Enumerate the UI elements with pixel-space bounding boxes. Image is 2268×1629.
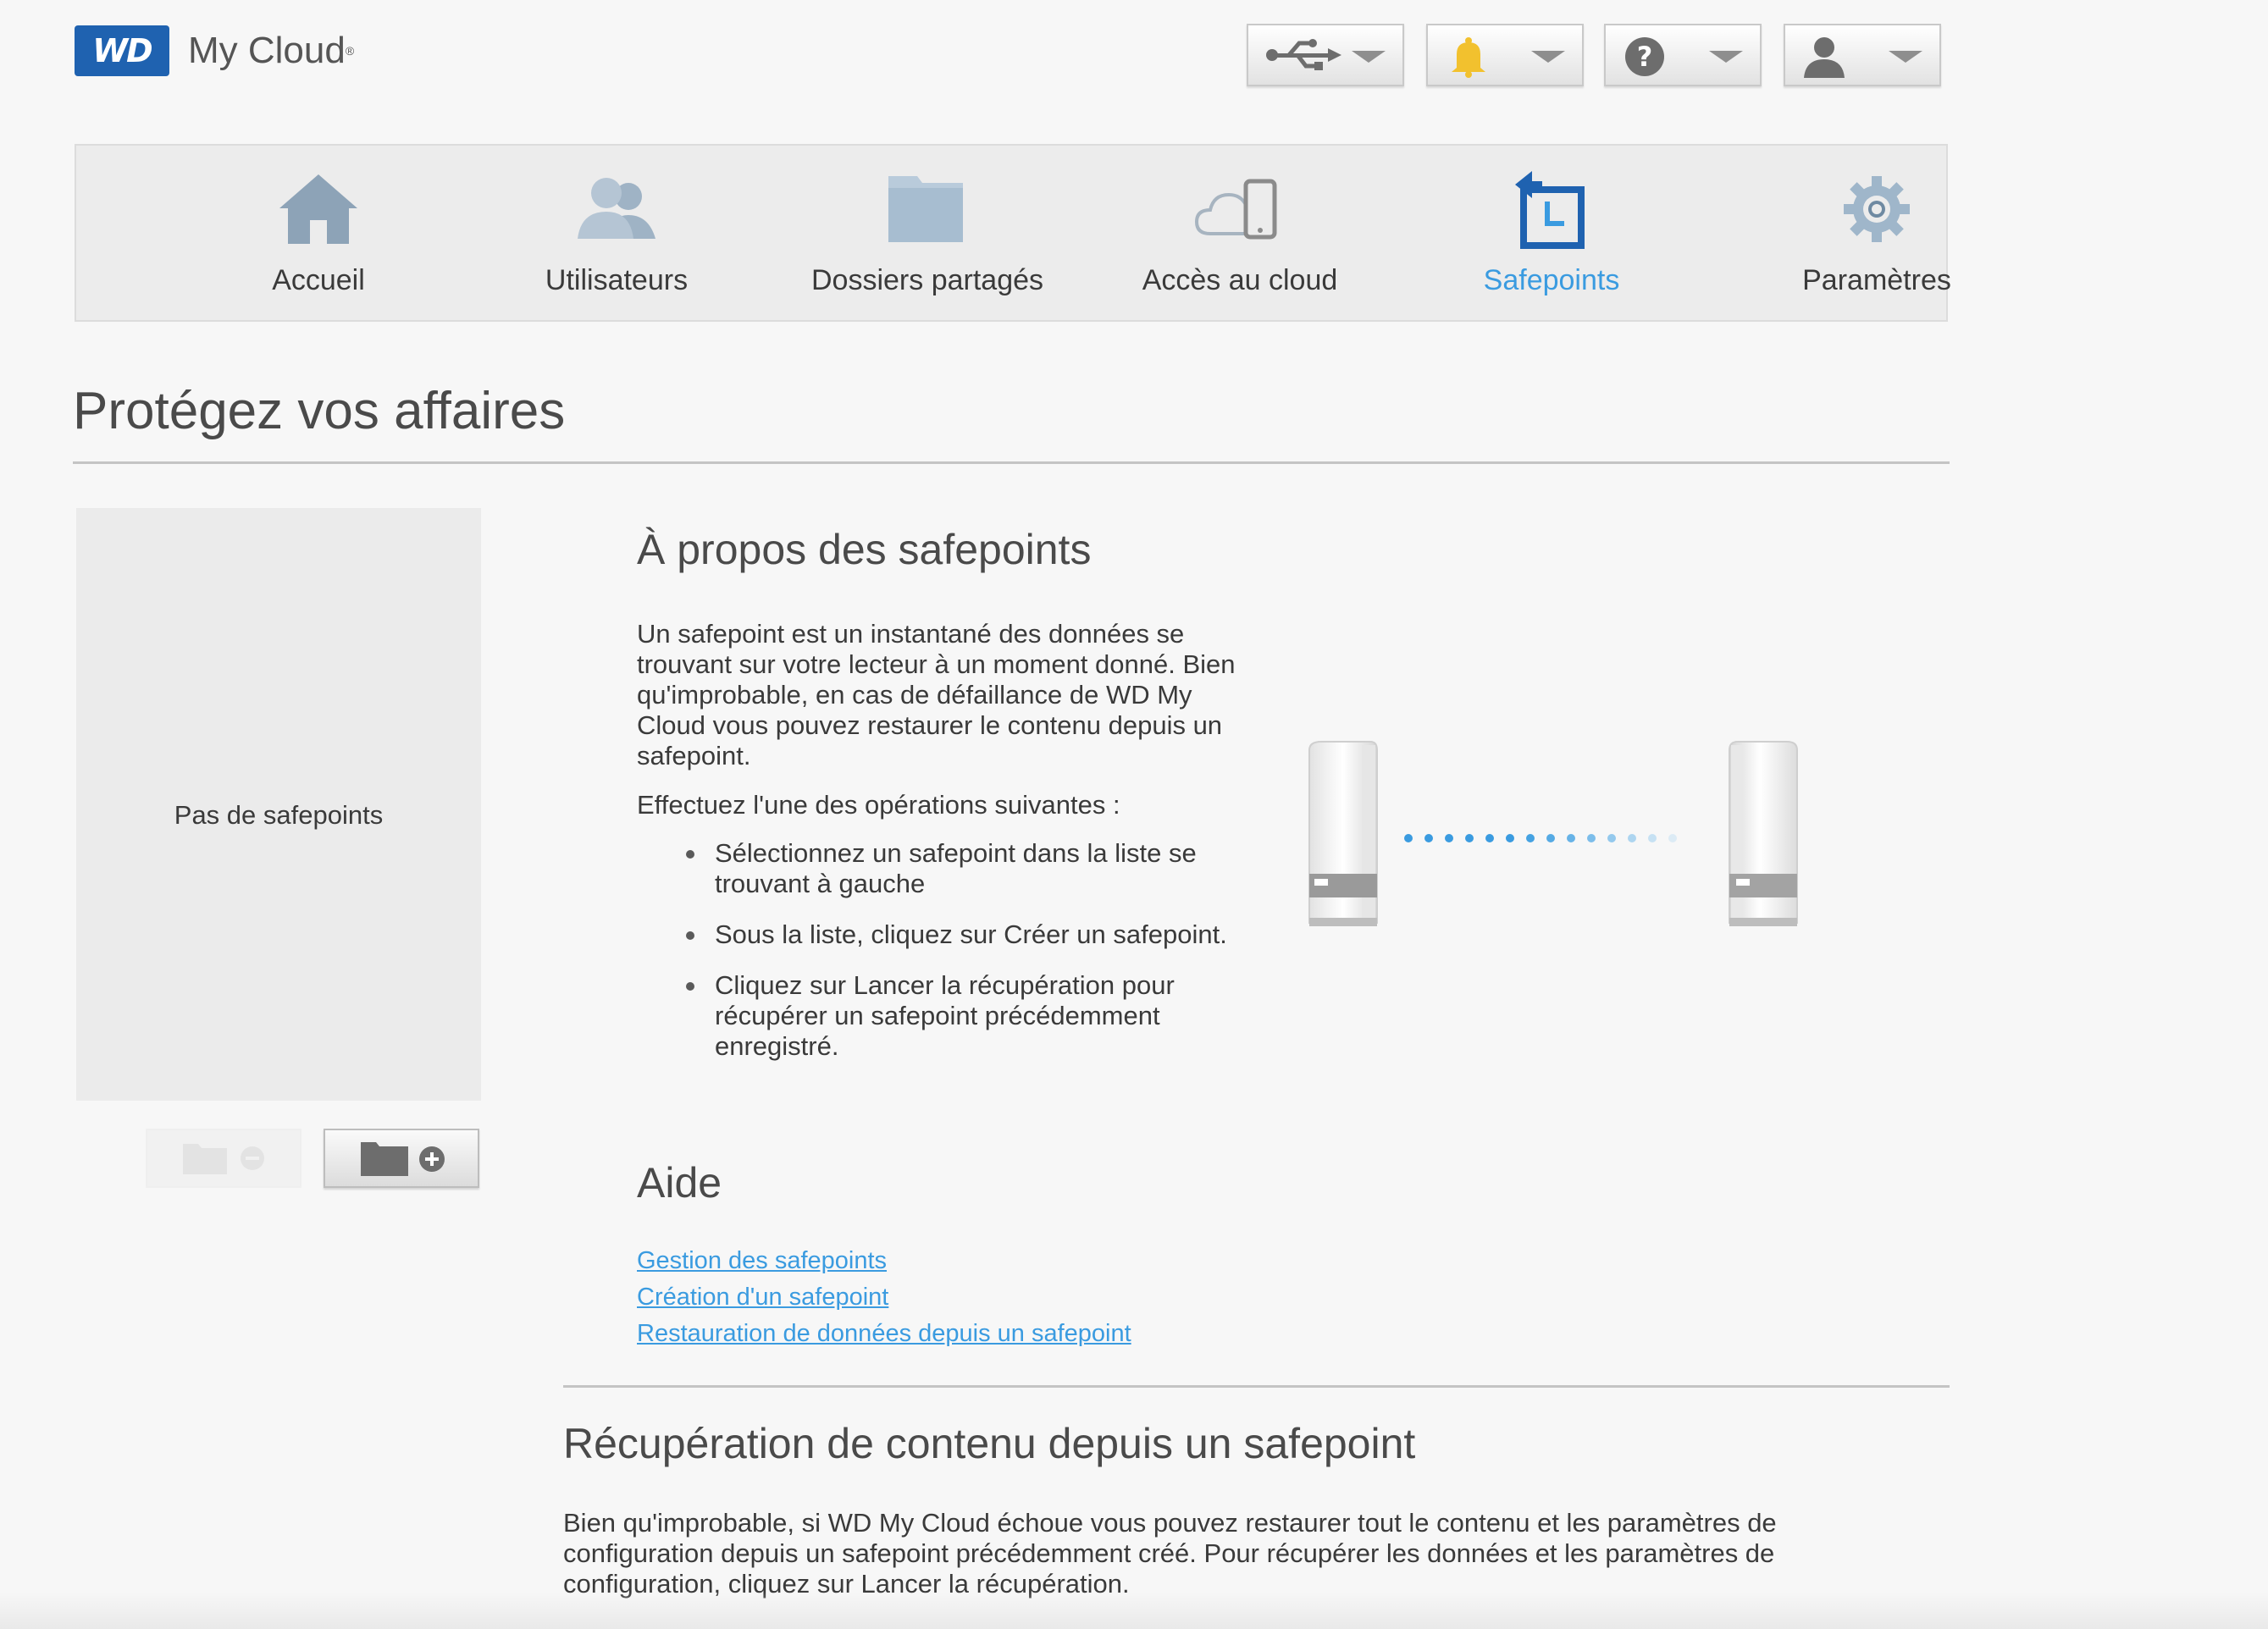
section-divider [563,1385,1950,1388]
cloud-device-icon [1194,179,1277,240]
brand-text: My Cloud [188,30,346,71]
remove-safepoint-button[interactable] [146,1129,301,1188]
add-safepoint-button[interactable] [324,1129,479,1188]
about-description: Un safepoint est un instantané des donné… [637,619,1236,770]
usb-icon [1264,36,1341,75]
nav-label: Utilisateurs [545,264,689,296]
user-icon [1801,36,1851,78]
help-link-creation[interactable]: Création d'un safepoint [637,1284,888,1311]
help-link-gestion[interactable]: Gestion des safepoints [637,1247,887,1275]
usb-menu-button[interactable] [1247,24,1404,86]
nav-label: Accès au cloud [1142,264,1338,296]
page-title: Protégez vos affaires [73,382,566,440]
recovery-description: Bien qu'improbable, si WD My Cloud échou… [563,1508,1777,1599]
nav-item-acces-au-cloud[interactable]: Accès au cloud [1130,146,1350,320]
folder-remove-icon [183,1144,264,1174]
main-nav: Accueil Utilisateurs Dossiers partagés A… [75,144,1951,322]
bullet-icon [686,982,694,991]
nav-item-dossiers-partages[interactable]: Dossiers partagés [811,146,1044,320]
list-item: Sélectionnez un safepoint dans la liste … [674,838,1267,899]
wd-logo: WD [75,25,169,76]
source-device-illustration [1308,741,1378,926]
help-link-restauration[interactable]: Restauration de données depuis un safepo… [637,1320,1131,1348]
svg-text:?: ? [1637,41,1653,73]
list-item-text: Cliquez sur Lancer la récupération pour … [715,970,1175,1061]
about-instructions: Effectuez l'une des opérations suivantes… [637,790,1120,820]
chevron-down-icon [1352,51,1386,63]
nav-item-utilisateurs[interactable]: Utilisateurs [506,146,727,320]
user-menu-button[interactable] [1784,24,1941,86]
nav-item-safepoints[interactable]: Safepoints [1441,146,1662,320]
chevron-down-icon [1889,51,1922,63]
list-item-text: Sous la liste, cliquez sur Créer un safe… [715,919,1227,949]
brand-name: My Cloud® [188,27,354,75]
sync-dots-illustration [1404,834,1677,842]
folder-add-icon [361,1142,445,1176]
bullet-icon [686,850,694,859]
nav-label: Paramètres [1802,264,1951,296]
nav-label: Dossiers partagés [811,264,1044,296]
gear-icon [1844,176,1910,242]
brand-mark: ® [345,44,355,58]
nav-item-parametres[interactable]: Paramètres [1767,146,1987,320]
target-device-illustration [1729,741,1798,926]
bullet-icon [686,931,694,940]
folder-icon [888,176,963,242]
chevron-down-icon [1531,51,1565,63]
list-item-text: Sélectionnez un safepoint dans la liste … [715,838,1197,898]
about-heading: À propos des safepoints [637,526,1092,573]
users-icon [578,178,656,239]
safepoint-icon [1515,171,1585,249]
chevron-down-icon [1709,51,1743,63]
list-item: Cliquez sur Lancer la récupération pour … [674,970,1267,1062]
home-icon [279,174,357,244]
bell-icon [1443,36,1494,78]
nav-label: Accueil [272,264,365,296]
help-heading: Aide [637,1159,722,1207]
list-item: Sous la liste, cliquez sur Créer un safe… [674,919,1267,950]
bottom-scroll-fade [0,1592,2268,1629]
empty-list-message: Pas de safepoints [174,800,384,830]
title-divider [73,461,1950,464]
recovery-heading: Récupération de contenu depuis un safepo… [563,1420,1416,1467]
nav-label-active: Safepoints [1483,264,1620,296]
alerts-menu-button[interactable] [1426,24,1584,86]
nav-item-accueil[interactable]: Accueil [208,146,429,320]
help-icon: ? [1621,36,1672,76]
help-menu-button[interactable]: ? [1604,24,1762,86]
safepoint-list[interactable]: Pas de safepoints [76,508,481,1101]
instruction-list: Sélectionnez un safepoint dans la liste … [674,838,1267,1082]
